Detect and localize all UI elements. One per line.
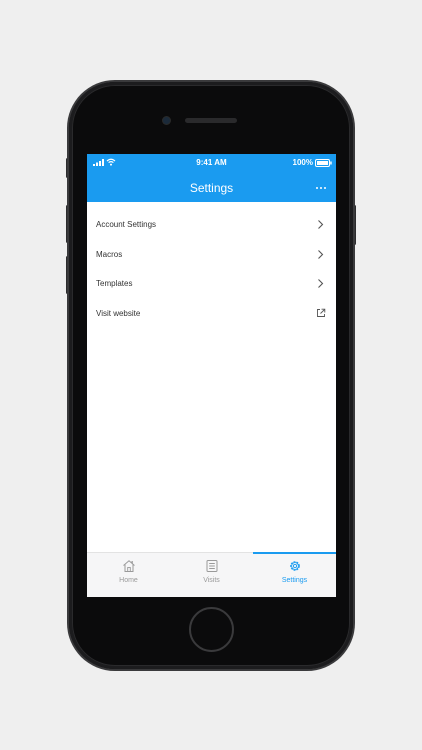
status-bar: 9:41 AM 100% (87, 154, 336, 172)
menu-item-label: Macros (96, 249, 123, 259)
menu-item-macros[interactable]: Macros (87, 240, 336, 270)
home-icon (122, 560, 135, 572)
chevron-right-icon (318, 249, 324, 259)
list-icon (206, 560, 217, 572)
tab-label: Home (119, 577, 138, 584)
tab-home[interactable]: Home (87, 553, 170, 597)
battery-percentage: 100% (292, 158, 313, 167)
earpiece-speaker (185, 118, 237, 123)
tab-visits[interactable]: Visits (170, 553, 253, 597)
menu-item-visit-website[interactable]: Visit website (87, 299, 336, 329)
menu-item-label: Templates (96, 279, 133, 289)
menu-item-account-settings[interactable]: Account Settings (87, 210, 336, 240)
power-button (353, 205, 356, 245)
menu-item-label: Account Settings (96, 220, 157, 230)
app-header: 9:41 AM 100% Settings (87, 154, 336, 202)
page-title: Settings (189, 181, 234, 195)
gear-icon (289, 561, 300, 571)
settings-menu: Account Settings Macros Templates Visit … (87, 210, 336, 328)
battery-icon (315, 159, 332, 169)
menu-item-templates[interactable]: Templates (87, 269, 336, 299)
app-screen: 9:41 AM 100% Settings Account Settings M… (87, 154, 336, 597)
tab-label: Settings (281, 577, 308, 584)
more-options-button[interactable] (314, 181, 328, 195)
menu-item-label: Visit website (96, 308, 141, 318)
chevron-right-icon (318, 279, 324, 288)
more-icon (315, 186, 319, 190)
chevron-right-icon (318, 220, 324, 229)
tab-bar: Home Visits Settings (87, 552, 336, 597)
front-camera (163, 117, 170, 124)
tab-settings[interactable]: Settings (253, 552, 336, 597)
tab-label: Visits (203, 577, 220, 584)
external-link-icon (317, 308, 326, 317)
device-mockup: 9:41 AM 100% Settings Account Settings M… (0, 0, 422, 750)
home-button[interactable] (189, 607, 234, 652)
